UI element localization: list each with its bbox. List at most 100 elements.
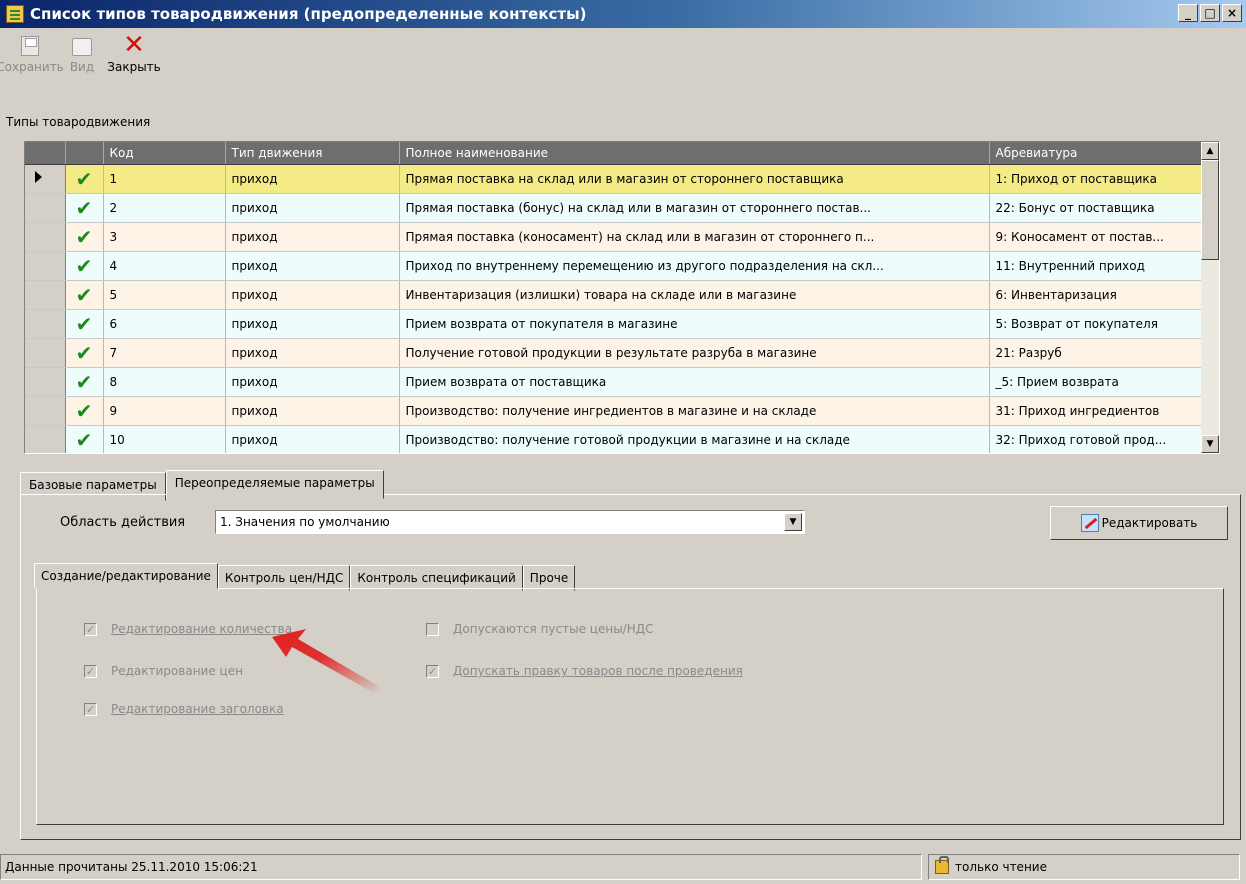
option-empty-prices[interactable]: Допускаются пустые цены/НДС: [426, 622, 653, 636]
edit-price-checkbox[interactable]: ✓: [84, 664, 97, 678]
row-active-cell: ✔: [65, 367, 104, 397]
row-indicator[interactable]: [25, 396, 66, 426]
cell-name[interactable]: Производство: получение готовой продукци…: [399, 425, 990, 453]
edit-after-post-checkbox[interactable]: ✓: [426, 664, 439, 678]
save-button[interactable]: Сохранить: [0, 30, 64, 74]
table-row[interactable]: ✔ 6 приход Прием возврата от покупателя в м…: [25, 309, 1202, 339]
header-abbr[interactable]: Абревиатура: [989, 142, 1202, 165]
cell-code[interactable]: 9: [103, 396, 226, 426]
scroll-up-icon[interactable]: ▲: [1201, 142, 1219, 160]
scope-select[interactable]: 1. Значения по умолчанию ▼: [215, 510, 805, 534]
row-active-cell: ✔: [65, 164, 104, 194]
cell-abbr[interactable]: 1: Приход от поставщика: [989, 164, 1202, 194]
cell-code[interactable]: 8: [103, 367, 226, 397]
cell-type[interactable]: приход: [225, 338, 400, 368]
cell-name[interactable]: Приход по внутреннему перемещению из дру…: [399, 251, 990, 281]
row-indicator[interactable]: [25, 425, 66, 453]
row-indicator[interactable]: [25, 164, 66, 194]
cell-abbr[interactable]: 21: Разруб: [989, 338, 1202, 368]
row-active-cell: ✔: [65, 280, 104, 310]
table-row[interactable]: ✔ 3 приход Прямая поставка (коносамент) на …: [25, 222, 1202, 252]
table-row[interactable]: ✔ 8 приход Прием возврата от поставщика _5: …: [25, 367, 1202, 397]
row-indicator[interactable]: [25, 251, 66, 281]
row-indicator[interactable]: [25, 338, 66, 368]
table-row[interactable]: ✔ 4 приход Приход по внутреннему перемещени…: [25, 251, 1202, 281]
header-type[interactable]: Тип движения: [225, 142, 400, 165]
header-name[interactable]: Полное наименование: [399, 142, 990, 165]
tab-create-edit[interactable]: Создание/редактирование: [34, 563, 218, 589]
cell-code[interactable]: 5: [103, 280, 226, 310]
option-edit-header[interactable]: ✓ Редактирование заголовка: [84, 702, 284, 716]
cell-code[interactable]: 6: [103, 309, 226, 339]
grid-section-label: Типы товародвижения: [6, 115, 151, 129]
cell-abbr[interactable]: _5: Прием возврата: [989, 367, 1202, 397]
table-row[interactable]: ✔ 7 приход Получение готовой продукции в ре…: [25, 338, 1202, 368]
scroll-down-icon[interactable]: ▼: [1201, 435, 1219, 453]
cell-type[interactable]: приход: [225, 193, 400, 223]
option-edit-qty[interactable]: ✓ Редактирование количества: [84, 622, 292, 636]
window-title: Список типов товародвижения (предопредел…: [30, 5, 587, 23]
cell-name[interactable]: Прямая поставка на склад или в магазин о…: [399, 164, 990, 194]
cell-name[interactable]: Прием возврата от покупателя в магазине: [399, 309, 990, 339]
cell-code[interactable]: 10: [103, 425, 226, 453]
row-active-cell: ✔: [65, 425, 104, 453]
table-row[interactable]: ✔ 2 приход Прямая поставка (бонус) на склад…: [25, 193, 1202, 223]
cell-abbr[interactable]: 9: Коносамент от постав...: [989, 222, 1202, 252]
cell-name[interactable]: Прямая поставка (бонус) на склад или в м…: [399, 193, 990, 223]
table-row[interactable]: ✔ 1 приход Прямая поставка на склад или в м…: [25, 164, 1202, 194]
cell-abbr[interactable]: 6: Инвентаризация: [989, 280, 1202, 310]
minimize-button[interactable]: _: [1178, 4, 1198, 22]
cell-type[interactable]: приход: [225, 222, 400, 252]
cell-type[interactable]: приход: [225, 164, 400, 194]
cell-name[interactable]: Инвентаризация (излишки) товара на склад…: [399, 280, 990, 310]
option-edit-price[interactable]: ✓ Редактирование цен: [84, 664, 243, 678]
cell-code[interactable]: 2: [103, 193, 226, 223]
table-row[interactable]: ✔ 5 приход Инвентаризация (излишки) товара …: [25, 280, 1202, 310]
cell-abbr[interactable]: 5: Возврат от покупателя: [989, 309, 1202, 339]
row-indicator[interactable]: [25, 280, 66, 310]
row-indicator[interactable]: [25, 222, 66, 252]
movement-types-grid[interactable]: Код Тип движения Полное наименование Абр…: [24, 141, 1220, 454]
view-button[interactable]: Вид: [56, 30, 108, 74]
edit-button[interactable]: Редактировать: [1050, 506, 1228, 540]
cell-name[interactable]: Прямая поставка (коносамент) на склад ил…: [399, 222, 990, 252]
cell-type[interactable]: приход: [225, 309, 400, 339]
close-window-button[interactable]: ×: [1222, 4, 1242, 22]
cell-code[interactable]: 7: [103, 338, 226, 368]
cell-name[interactable]: Получение готовой продукции в результате…: [399, 338, 990, 368]
inner-tabs: Создание/редактирование Контроль цен/НДС…: [34, 563, 576, 591]
cell-code[interactable]: 4: [103, 251, 226, 281]
cell-abbr[interactable]: 11: Внутренний приход: [989, 251, 1202, 281]
option-edit-after-post[interactable]: ✓ Допускать правку товаров после проведе…: [426, 664, 743, 678]
edit-qty-checkbox[interactable]: ✓: [84, 622, 97, 636]
cell-type[interactable]: приход: [225, 367, 400, 397]
checkmark-icon: ✔: [75, 398, 93, 423]
tab-overridable-params[interactable]: Переопределяемые параметры: [165, 470, 384, 499]
cell-type[interactable]: приход: [225, 280, 400, 310]
table-row[interactable]: ✔ 10 приход Производство: получение готовой…: [25, 425, 1202, 453]
empty-prices-checkbox[interactable]: [426, 622, 439, 636]
scroll-thumb[interactable]: [1201, 160, 1219, 260]
close-button[interactable]: ✕ Закрыть: [107, 30, 160, 74]
edit-header-checkbox[interactable]: ✓: [84, 702, 97, 716]
row-indicator[interactable]: [25, 367, 66, 397]
cell-name[interactable]: Производство: получение ингредиентов в м…: [399, 396, 990, 426]
chevron-down-icon[interactable]: ▼: [784, 513, 802, 531]
cell-type[interactable]: приход: [225, 425, 400, 453]
cell-code[interactable]: 1: [103, 164, 226, 194]
row-indicator[interactable]: [25, 309, 66, 339]
cell-abbr[interactable]: 31: Приход ингредиентов: [989, 396, 1202, 426]
cell-abbr[interactable]: 32: Приход готовой прод...: [989, 425, 1202, 453]
grid-scrollbar[interactable]: ▲ ▼: [1201, 142, 1219, 453]
cell-code[interactable]: 3: [103, 222, 226, 252]
cell-name[interactable]: Прием возврата от поставщика: [399, 367, 990, 397]
edit-price-label: Редактирование цен: [111, 664, 243, 678]
cell-type[interactable]: приход: [225, 396, 400, 426]
row-indicator[interactable]: [25, 193, 66, 223]
table-row[interactable]: ✔ 9 приход Производство: получение ингредие…: [25, 396, 1202, 426]
cell-type[interactable]: приход: [225, 251, 400, 281]
header-code[interactable]: Код: [103, 142, 226, 165]
maximize-button[interactable]: □: [1200, 4, 1220, 22]
scope-value: 1. Значения по умолчанию: [220, 515, 390, 529]
cell-abbr[interactable]: 22: Бонус от поставщика: [989, 193, 1202, 223]
